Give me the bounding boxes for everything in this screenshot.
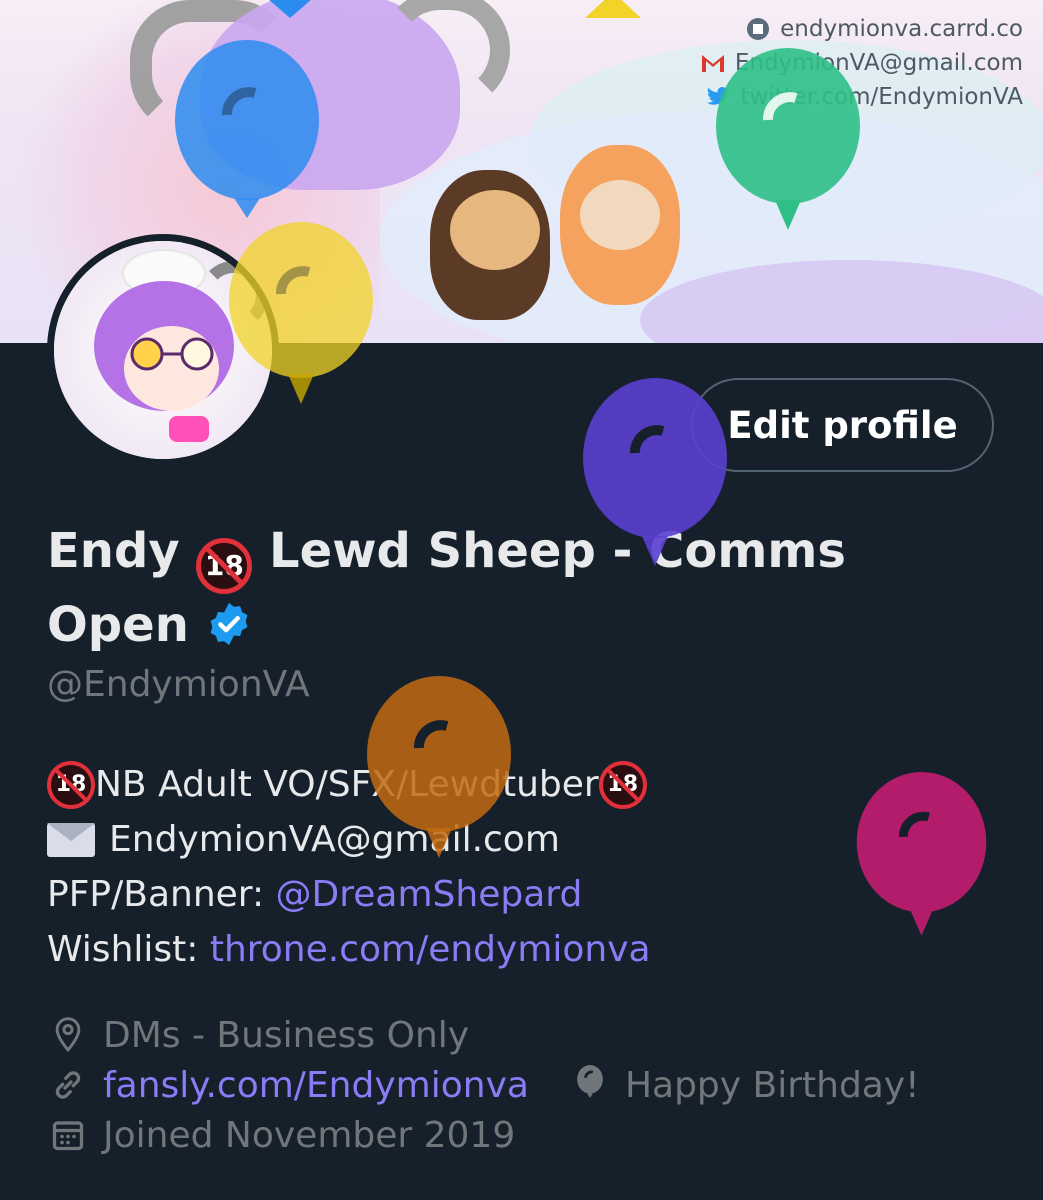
banner-plush-bear [430, 170, 550, 320]
balloon-blue-icon [175, 40, 319, 218]
balloon-yellow-icon [229, 222, 373, 404]
location-text: DMs - Business Only [103, 1014, 470, 1056]
contact-text: endymionva.carrd.co [780, 16, 1023, 42]
no-under-18-icon: 18 [47, 760, 95, 809]
bio-line-1-text: NB Adult VO/SFX/Lewdtuber [95, 764, 599, 805]
wishlist-link[interactable]: throne.com/endymionva [210, 922, 651, 977]
bio-line-1: 18 NB Adult VO/SFX/Lewdtuber 18 [47, 757, 651, 812]
badge-number: 18 [55, 772, 87, 797]
display-name-part1: Endy [47, 523, 180, 579]
balloon-purple-icon [583, 378, 727, 566]
banner-contact-carrd: endymionva.carrd.co [701, 12, 1023, 46]
joined-text: Joined November 2019 [103, 1114, 516, 1156]
balloon-orange-icon [367, 676, 511, 858]
balloon-green-icon [716, 48, 860, 230]
banner-blue-triangle [260, 0, 320, 18]
balloon-magenta-icon [856, 772, 987, 936]
badge-number: 18 [204, 549, 244, 582]
banner-horn-right [380, 0, 510, 110]
website-link[interactable]: fansly.com/Endymionva [103, 1065, 529, 1106]
location-row: DMs - Business Only [47, 1010, 920, 1060]
badge-number: 18 [607, 772, 639, 797]
website-row: fansly.com/Endymionva Happy Birthday! [47, 1060, 920, 1110]
verified-badge-icon[interactable] [206, 601, 252, 647]
envelope-icon [47, 822, 95, 857]
edit-profile-button[interactable]: Edit profile [691, 378, 994, 472]
profile-bio: 18 NB Adult VO/SFX/Lewdtuber 18 Endymion… [47, 757, 651, 977]
balloon-icon [569, 1064, 611, 1106]
avatar-glasses [130, 337, 214, 371]
banner-yellow-triangle [585, 0, 641, 18]
bio-line-3: PFP/Banner: @DreamShepard [47, 867, 651, 922]
carrd-icon [746, 17, 770, 41]
bio-wishlist-label: Wishlist: [47, 929, 210, 970]
display-name: Endy 18 Lewd Sheep - Comms Open [47, 520, 947, 657]
bio-pfp-label: PFP/Banner: [47, 874, 276, 915]
bio-line-2: EndymionVA@gmail.com [47, 812, 651, 867]
banner-plush-doll [560, 145, 680, 305]
profile-meta: DMs - Business Only fansly.com/Endymionv… [47, 1010, 920, 1160]
user-handle: @EndymionVA [47, 664, 310, 705]
location-pin-icon [47, 1014, 89, 1056]
joined-row: Joined November 2019 [47, 1110, 920, 1160]
birthday-text: Happy Birthday! [624, 1064, 920, 1106]
no-under-18-icon: 18 [598, 760, 647, 809]
bio-line-4: Wishlist: throne.com/endymionva [47, 922, 651, 977]
no-under-18-icon: 18 [196, 537, 253, 594]
link-icon [47, 1064, 89, 1106]
dreamshepard-mention-link[interactable]: @DreamShepard [276, 867, 583, 922]
calendar-icon [47, 1114, 89, 1156]
